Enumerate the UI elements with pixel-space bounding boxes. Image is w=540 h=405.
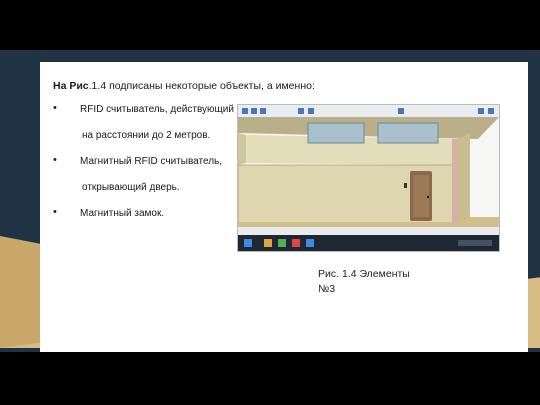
figure-3d-screenshot — [237, 104, 500, 252]
caption-line-1: Рис. 1.4 Элементы — [318, 268, 410, 280]
item-2-line-1: Магнитный RFID считыватель, — [80, 156, 223, 167]
heading-rest: .1.4 подписаны некоторые объекты, а имен… — [88, 80, 315, 92]
slide-card: На Рис.1.4 подписаны некоторые объекты, … — [40, 62, 528, 352]
figure-drawing — [238, 105, 499, 251]
letterbox-bottom — [0, 352, 540, 405]
heading-bold: На Рис — [53, 80, 89, 92]
bullet-3: • — [53, 206, 57, 218]
app-toolbar-icon — [238, 105, 499, 117]
letterbox-top — [0, 0, 540, 50]
caption-line-2: №3 — [318, 283, 336, 295]
item-1-line-2: на расстоянии до 2 метров. — [82, 130, 211, 141]
bullet-1: • — [53, 102, 57, 114]
item-3-line-1: Магнитный замок. — [80, 208, 165, 219]
slide-heading: На Рис.1.4 подписаны некоторые объекты, … — [53, 80, 315, 92]
figure-caption: Рис. 1.4 Элементы №3 — [318, 267, 410, 297]
bullet-2: • — [53, 154, 57, 166]
item-2-line-2: открывающий дверь. — [82, 182, 180, 193]
item-1-line-1: RFID считыватель, действующий — [80, 104, 234, 115]
